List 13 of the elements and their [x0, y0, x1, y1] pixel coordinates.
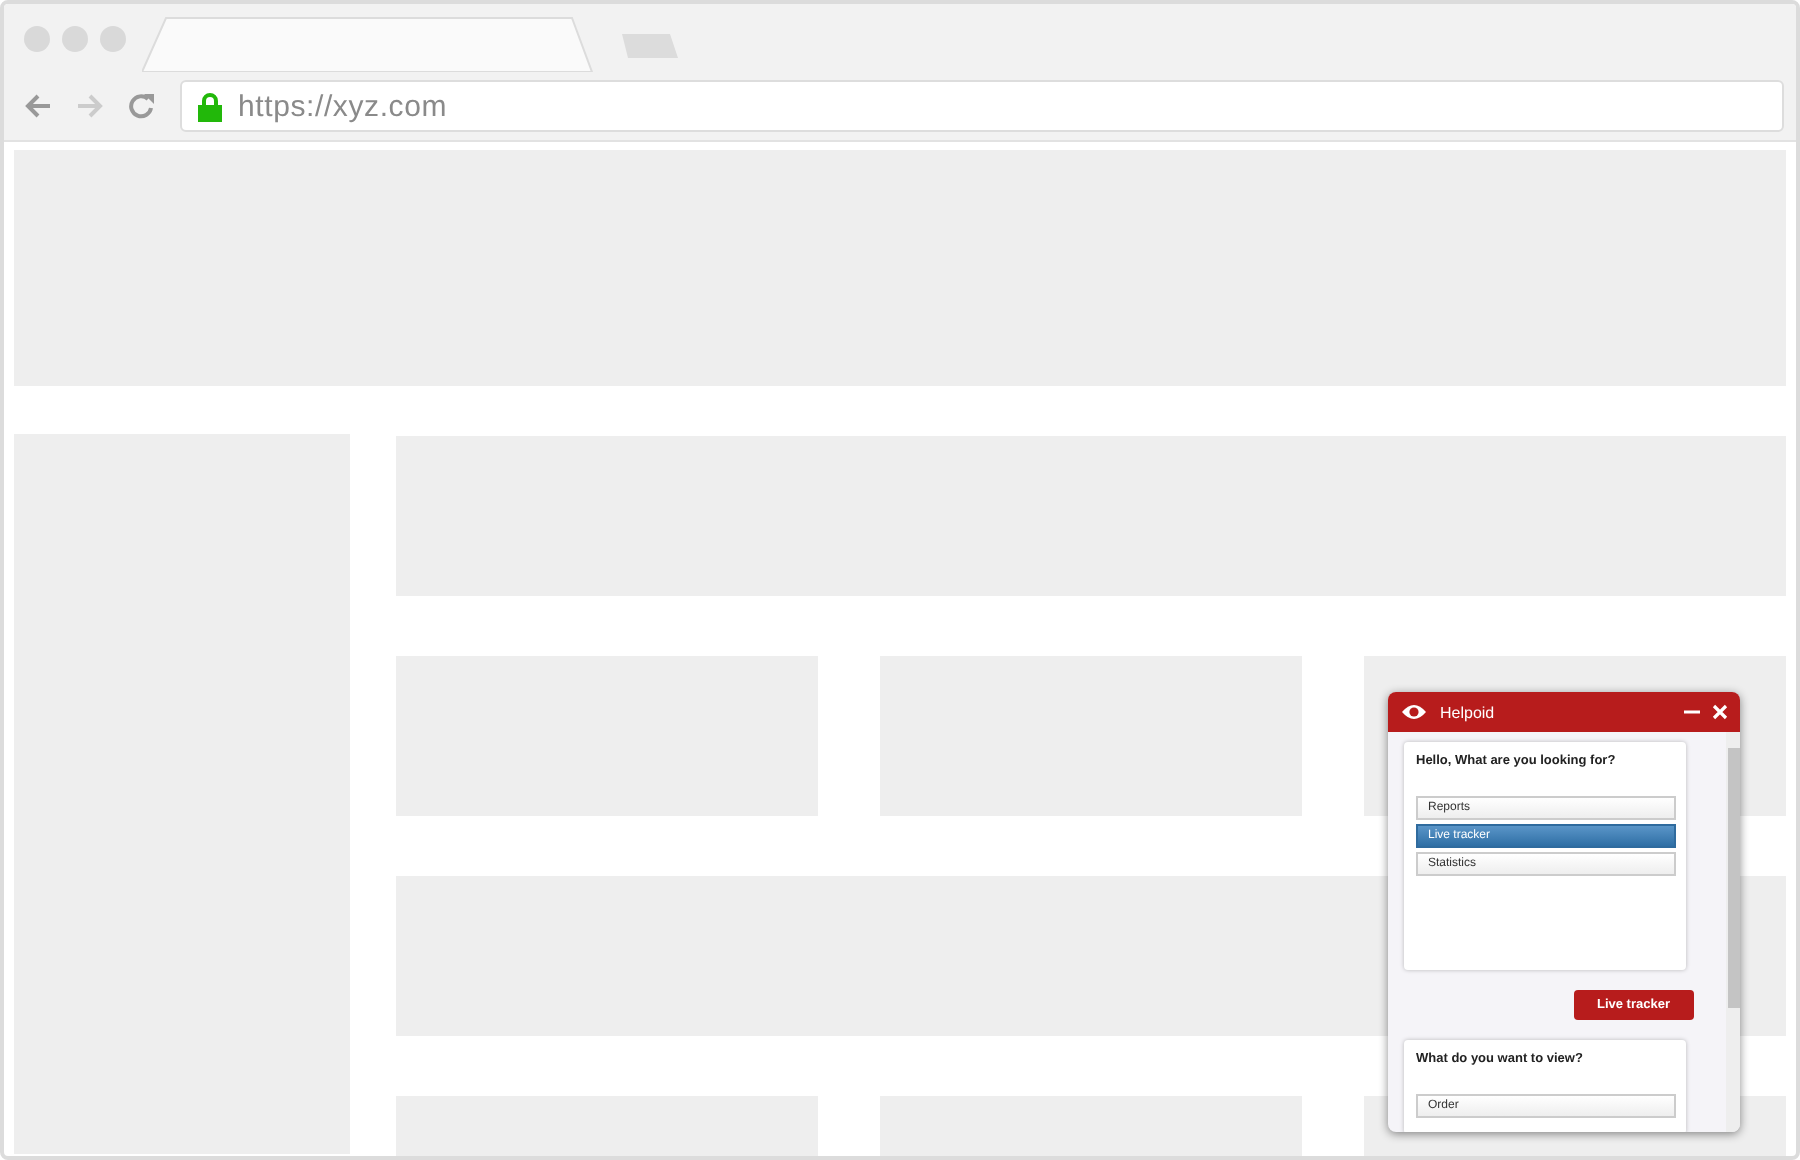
window-control[interactable]: [62, 25, 88, 51]
window-control[interactable]: [100, 25, 126, 51]
eye-logo-icon: [1400, 699, 1428, 725]
scrollbar[interactable]: [1726, 732, 1740, 1132]
lock-icon: [198, 91, 222, 121]
forward-icon[interactable]: [76, 92, 104, 120]
window-control[interactable]: [24, 25, 50, 51]
reload-icon[interactable]: [128, 92, 156, 120]
url-text: https://xyz.com: [238, 89, 448, 123]
chat-title: Helpoid: [1440, 703, 1497, 721]
minimize-icon[interactable]: [1684, 704, 1700, 720]
close-icon[interactable]: [1712, 704, 1728, 720]
back-icon[interactable]: [24, 92, 52, 120]
